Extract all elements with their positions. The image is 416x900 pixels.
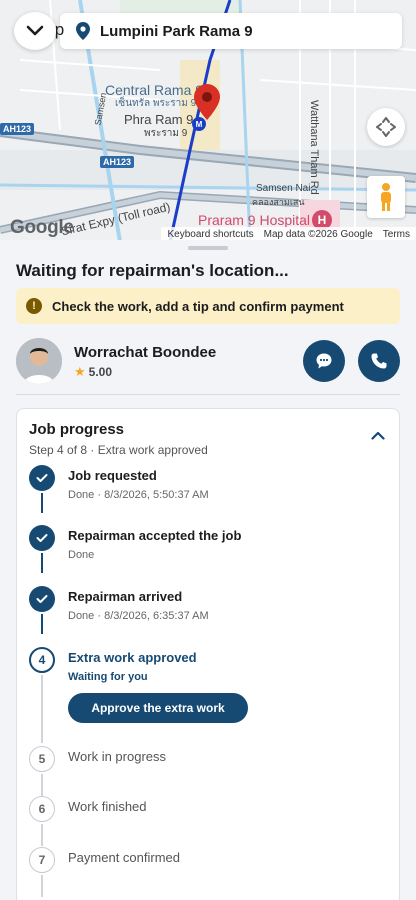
step-meta: Done · 8/3/2026, 6:35:37 AM bbox=[68, 610, 209, 622]
map-label: พระราม 9 bbox=[144, 128, 188, 139]
avatar bbox=[16, 338, 62, 384]
sheet-grabber[interactable] bbox=[188, 246, 228, 250]
step-check-icon bbox=[29, 586, 55, 612]
repairman-name: Worrachat Boondee bbox=[74, 344, 217, 361]
repairman-row: Worrachat Boondee ★ 5.00 bbox=[16, 338, 400, 386]
google-logo: Google bbox=[10, 217, 74, 238]
location-pin-icon bbox=[194, 84, 220, 120]
job-progress-title: Job progress bbox=[29, 421, 125, 438]
keyboard-shortcuts-link[interactable]: Keyboard shortcuts bbox=[167, 229, 253, 240]
collapse-button[interactable] bbox=[14, 12, 56, 50]
step-number: 4 bbox=[29, 647, 55, 673]
location-bar[interactable]: Lumpini Park Rama 9 bbox=[60, 13, 402, 49]
step-meta: Waiting for you bbox=[68, 671, 148, 683]
bottom-sheet: Waiting for repairman's location... ! Ch… bbox=[0, 240, 416, 900]
step-title: Work in progress bbox=[68, 749, 167, 764]
notice-text: Check the work, add a tip and confirm pa… bbox=[52, 298, 344, 314]
repairman-rating: ★ 5.00 bbox=[74, 364, 112, 380]
map-label: Praram 9 Hospital bbox=[198, 212, 311, 228]
notice-banner: ! Check the work, add a tip and confirm … bbox=[16, 288, 400, 324]
step-number: 5 bbox=[29, 746, 55, 772]
job-progress-subtitle: Step 4 of 8 · Extra work approved bbox=[29, 443, 208, 457]
divider bbox=[16, 394, 400, 395]
map-pin-icon bbox=[76, 22, 90, 40]
map-label: Samsen Nai bbox=[256, 183, 311, 194]
location-label: Lumpini Park Rama 9 bbox=[100, 22, 253, 40]
recenter-button[interactable] bbox=[367, 108, 405, 146]
step-connector bbox=[41, 675, 43, 743]
step-title: Work finished bbox=[68, 799, 147, 814]
step-connector bbox=[41, 493, 43, 513]
step-meta: Done bbox=[68, 549, 95, 561]
map-attribution: Keyboard shortcuts Map data ©2026 Google… bbox=[161, 227, 416, 241]
step-connector bbox=[41, 824, 43, 846]
job-progress-card: Job progress Step 4 of 8 · Extra work ap… bbox=[16, 408, 400, 900]
step-connector bbox=[41, 774, 43, 796]
avatar-image bbox=[16, 338, 62, 384]
step-number: 7 bbox=[29, 847, 55, 873]
approve-extra-work-button[interactable]: Approve the extra work bbox=[68, 693, 248, 723]
map-label: คลองสามเสน bbox=[252, 197, 305, 207]
map-label: Phra Ram 9 bbox=[124, 112, 194, 127]
status-title: Waiting for repairman's location... bbox=[16, 261, 289, 280]
step-connector bbox=[41, 614, 43, 634]
road-shield: AH123 bbox=[0, 123, 35, 135]
terms-link[interactable]: Terms bbox=[383, 229, 410, 240]
step-connector bbox=[41, 875, 43, 897]
call-button[interactable] bbox=[358, 340, 400, 382]
move-arrows-icon bbox=[376, 117, 396, 137]
street-view-pegman[interactable] bbox=[367, 176, 405, 218]
step-check-icon bbox=[29, 465, 55, 491]
map-label: Watthana Tham Rd bbox=[308, 100, 320, 195]
chat-bubble-icon bbox=[316, 353, 332, 369]
step-title: Repairman accepted the job bbox=[68, 528, 242, 543]
step-title: Job requested bbox=[68, 468, 157, 483]
chevron-down-icon bbox=[26, 25, 44, 36]
star-icon: ★ bbox=[74, 364, 86, 379]
rating-value: 5.00 bbox=[88, 365, 113, 379]
phone-icon bbox=[371, 353, 387, 369]
step-meta: Done · 8/3/2026, 5:50:37 AM bbox=[68, 489, 209, 501]
step-title: Payment confirmed bbox=[68, 850, 180, 865]
road-shield: AH123 bbox=[100, 156, 135, 168]
step-connector bbox=[41, 553, 43, 573]
map-label: เซ็นทรัล พระราม 9 bbox=[115, 98, 197, 109]
map-view[interactable]: Central Rama 9 เซ็นทรัล พระราม 9 Phra Ra… bbox=[0, 0, 416, 242]
step-number: 6 bbox=[29, 796, 55, 822]
step-title: Extra work approved bbox=[68, 650, 197, 665]
warning-icon: ! bbox=[26, 298, 42, 314]
pegman-icon bbox=[381, 183, 391, 211]
chevron-up-icon[interactable] bbox=[371, 431, 385, 440]
step-title: Repairman arrived bbox=[68, 589, 183, 604]
chat-button[interactable] bbox=[303, 340, 345, 382]
step-check-icon bbox=[29, 525, 55, 551]
map-data-text: Map data ©2026 Google bbox=[263, 228, 373, 240]
